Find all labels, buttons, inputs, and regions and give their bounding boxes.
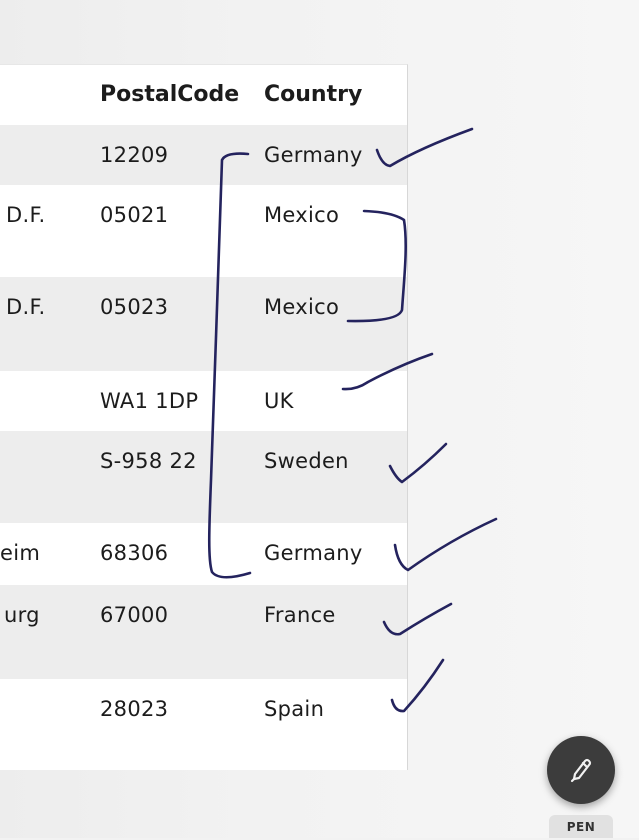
- table-row: 28023 Spain: [0, 679, 407, 770]
- postal-code-cell: 05021: [100, 203, 169, 227]
- table-row: 12209 Germany: [0, 125, 407, 185]
- table-row: WA1 1DP UK: [0, 371, 407, 431]
- country-cell: France: [264, 603, 336, 627]
- city-cell: D.F.: [6, 295, 46, 319]
- postal-code-cell: 68306: [100, 541, 169, 565]
- table-row: S-958 22 Sweden: [0, 431, 407, 523]
- postal-code-cell: WA1 1DP: [100, 389, 199, 413]
- postal-code-cell: 05023: [100, 295, 169, 319]
- table-row: D.F. 05021 Mexico: [0, 185, 407, 277]
- postal-code-cell: 67000: [100, 603, 169, 627]
- table-row: D.F. 05023 Mexico: [0, 277, 407, 371]
- pen-tool-button[interactable]: [547, 736, 615, 804]
- table-row: urg 67000 France: [0, 585, 407, 679]
- column-header-postalcode[interactable]: PostalCode: [100, 82, 239, 107]
- country-cell: Germany: [264, 541, 363, 565]
- country-cell: UK: [264, 389, 294, 413]
- city-cell: urg: [4, 603, 40, 627]
- table-row: eim 68306 Germany: [0, 523, 407, 585]
- city-cell: D.F.: [6, 203, 46, 227]
- postal-code-cell: 12209: [100, 143, 169, 167]
- country-cell: Sweden: [264, 449, 349, 473]
- pen-icon: [566, 753, 596, 787]
- country-cell: Spain: [264, 697, 325, 721]
- pen-tool-label: PEN: [549, 815, 613, 838]
- postal-code-cell: 28023: [100, 697, 169, 721]
- column-header-country[interactable]: Country: [264, 82, 362, 107]
- screen: PostalCode Country 12209 Germany D.F. 05…: [0, 0, 639, 838]
- country-cell: Mexico: [264, 203, 340, 227]
- country-cell: Germany: [264, 143, 363, 167]
- check-germany-2-stroke: [393, 517, 498, 572]
- table-header-row: PostalCode Country: [0, 65, 407, 125]
- city-cell: eim: [0, 541, 41, 565]
- country-cell: Mexico: [264, 295, 340, 319]
- customers-table: PostalCode Country 12209 Germany D.F. 05…: [0, 64, 408, 770]
- postal-code-cell: S-958 22: [100, 449, 197, 473]
